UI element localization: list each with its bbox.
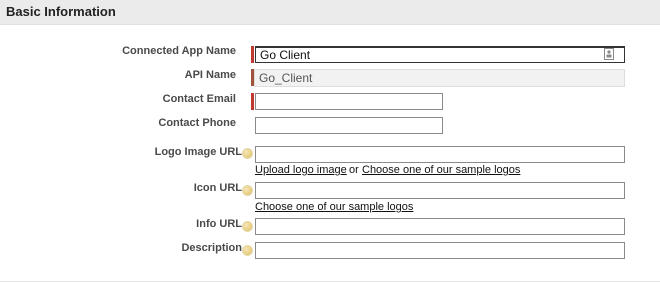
icon-url-input[interactable] — [255, 182, 625, 199]
help-icon[interactable] — [242, 221, 253, 232]
contact-card-icon[interactable] — [604, 48, 614, 60]
required-indicator — [251, 46, 254, 63]
contact-email-input[interactable] — [255, 93, 443, 110]
help-icon[interactable] — [242, 148, 253, 159]
link-separator: or — [349, 164, 359, 176]
connected-app-name-input[interactable] — [255, 46, 625, 63]
choose-sample-icons-link[interactable]: Choose one of our sample logos — [255, 201, 413, 213]
api-name-label: API Name — [184, 69, 236, 81]
choose-sample-logos-link[interactable]: Choose one of our sample logos — [362, 164, 520, 176]
help-icon[interactable] — [242, 245, 253, 256]
api-name-value: Go_Client — [254, 69, 625, 87]
help-icon[interactable] — [242, 185, 253, 196]
upload-logo-link[interactable]: Upload logo image — [255, 164, 347, 176]
contact-phone-input[interactable] — [255, 117, 443, 134]
contact-phone-label: Contact Phone — [158, 117, 236, 129]
description-label: Description — [181, 242, 242, 254]
section-header: Basic Information — [0, 0, 660, 25]
contact-email-label: Contact Email — [162, 93, 236, 105]
logo-image-url-label: Logo Image URL — [154, 146, 242, 158]
required-indicator — [251, 93, 254, 110]
info-url-label: Info URL — [196, 218, 242, 230]
connected-app-name-label: Connected App Name — [122, 45, 236, 57]
section-title: Basic Information — [6, 4, 116, 19]
info-url-input[interactable] — [255, 218, 625, 235]
bottom-divider — [0, 281, 660, 282]
icon-url-label: Icon URL — [193, 182, 242, 194]
logo-image-url-input[interactable] — [255, 146, 625, 163]
description-input[interactable] — [255, 242, 625, 259]
